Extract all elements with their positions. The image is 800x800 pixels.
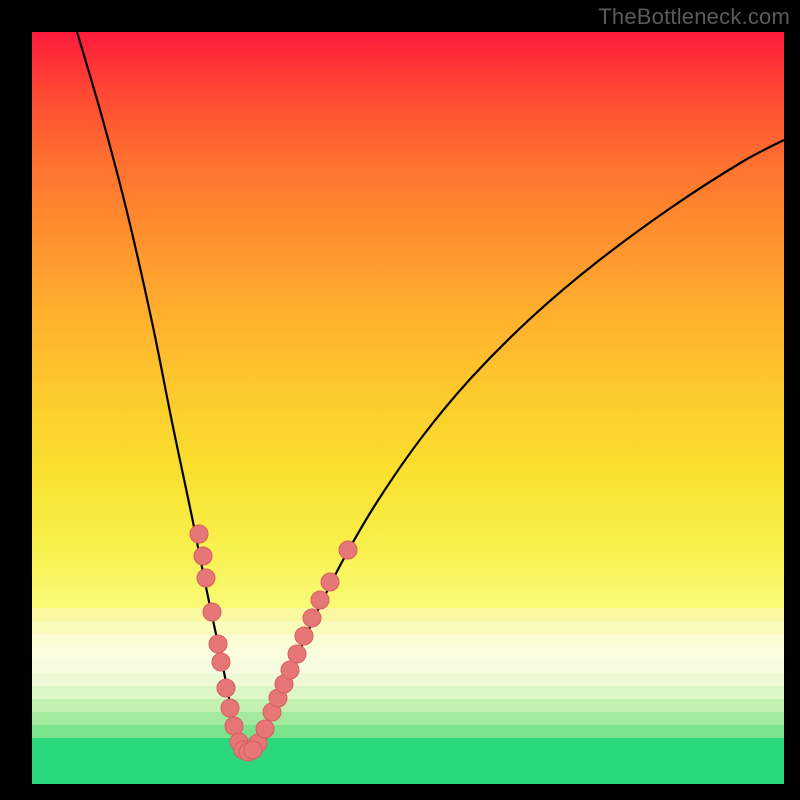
data-marker	[321, 573, 339, 591]
data-marker	[225, 717, 243, 735]
bottleneck-curve	[77, 32, 784, 752]
curve-layer	[32, 32, 784, 784]
data-marker	[244, 741, 262, 759]
data-marker	[217, 679, 235, 697]
data-marker	[281, 661, 299, 679]
data-marker	[190, 525, 208, 543]
data-marker	[256, 720, 274, 738]
data-marker	[203, 603, 221, 621]
data-marker	[295, 627, 313, 645]
data-markers	[190, 525, 357, 761]
data-marker	[339, 541, 357, 559]
watermark-text: TheBottleneck.com	[598, 4, 790, 30]
data-marker	[221, 699, 239, 717]
data-marker	[303, 609, 321, 627]
data-marker	[311, 591, 329, 609]
chart-frame: TheBottleneck.com	[0, 0, 800, 800]
plot-area	[32, 32, 784, 784]
data-marker	[197, 569, 215, 587]
data-marker	[194, 547, 212, 565]
data-marker	[288, 645, 306, 663]
data-marker	[209, 635, 227, 653]
data-marker	[212, 653, 230, 671]
